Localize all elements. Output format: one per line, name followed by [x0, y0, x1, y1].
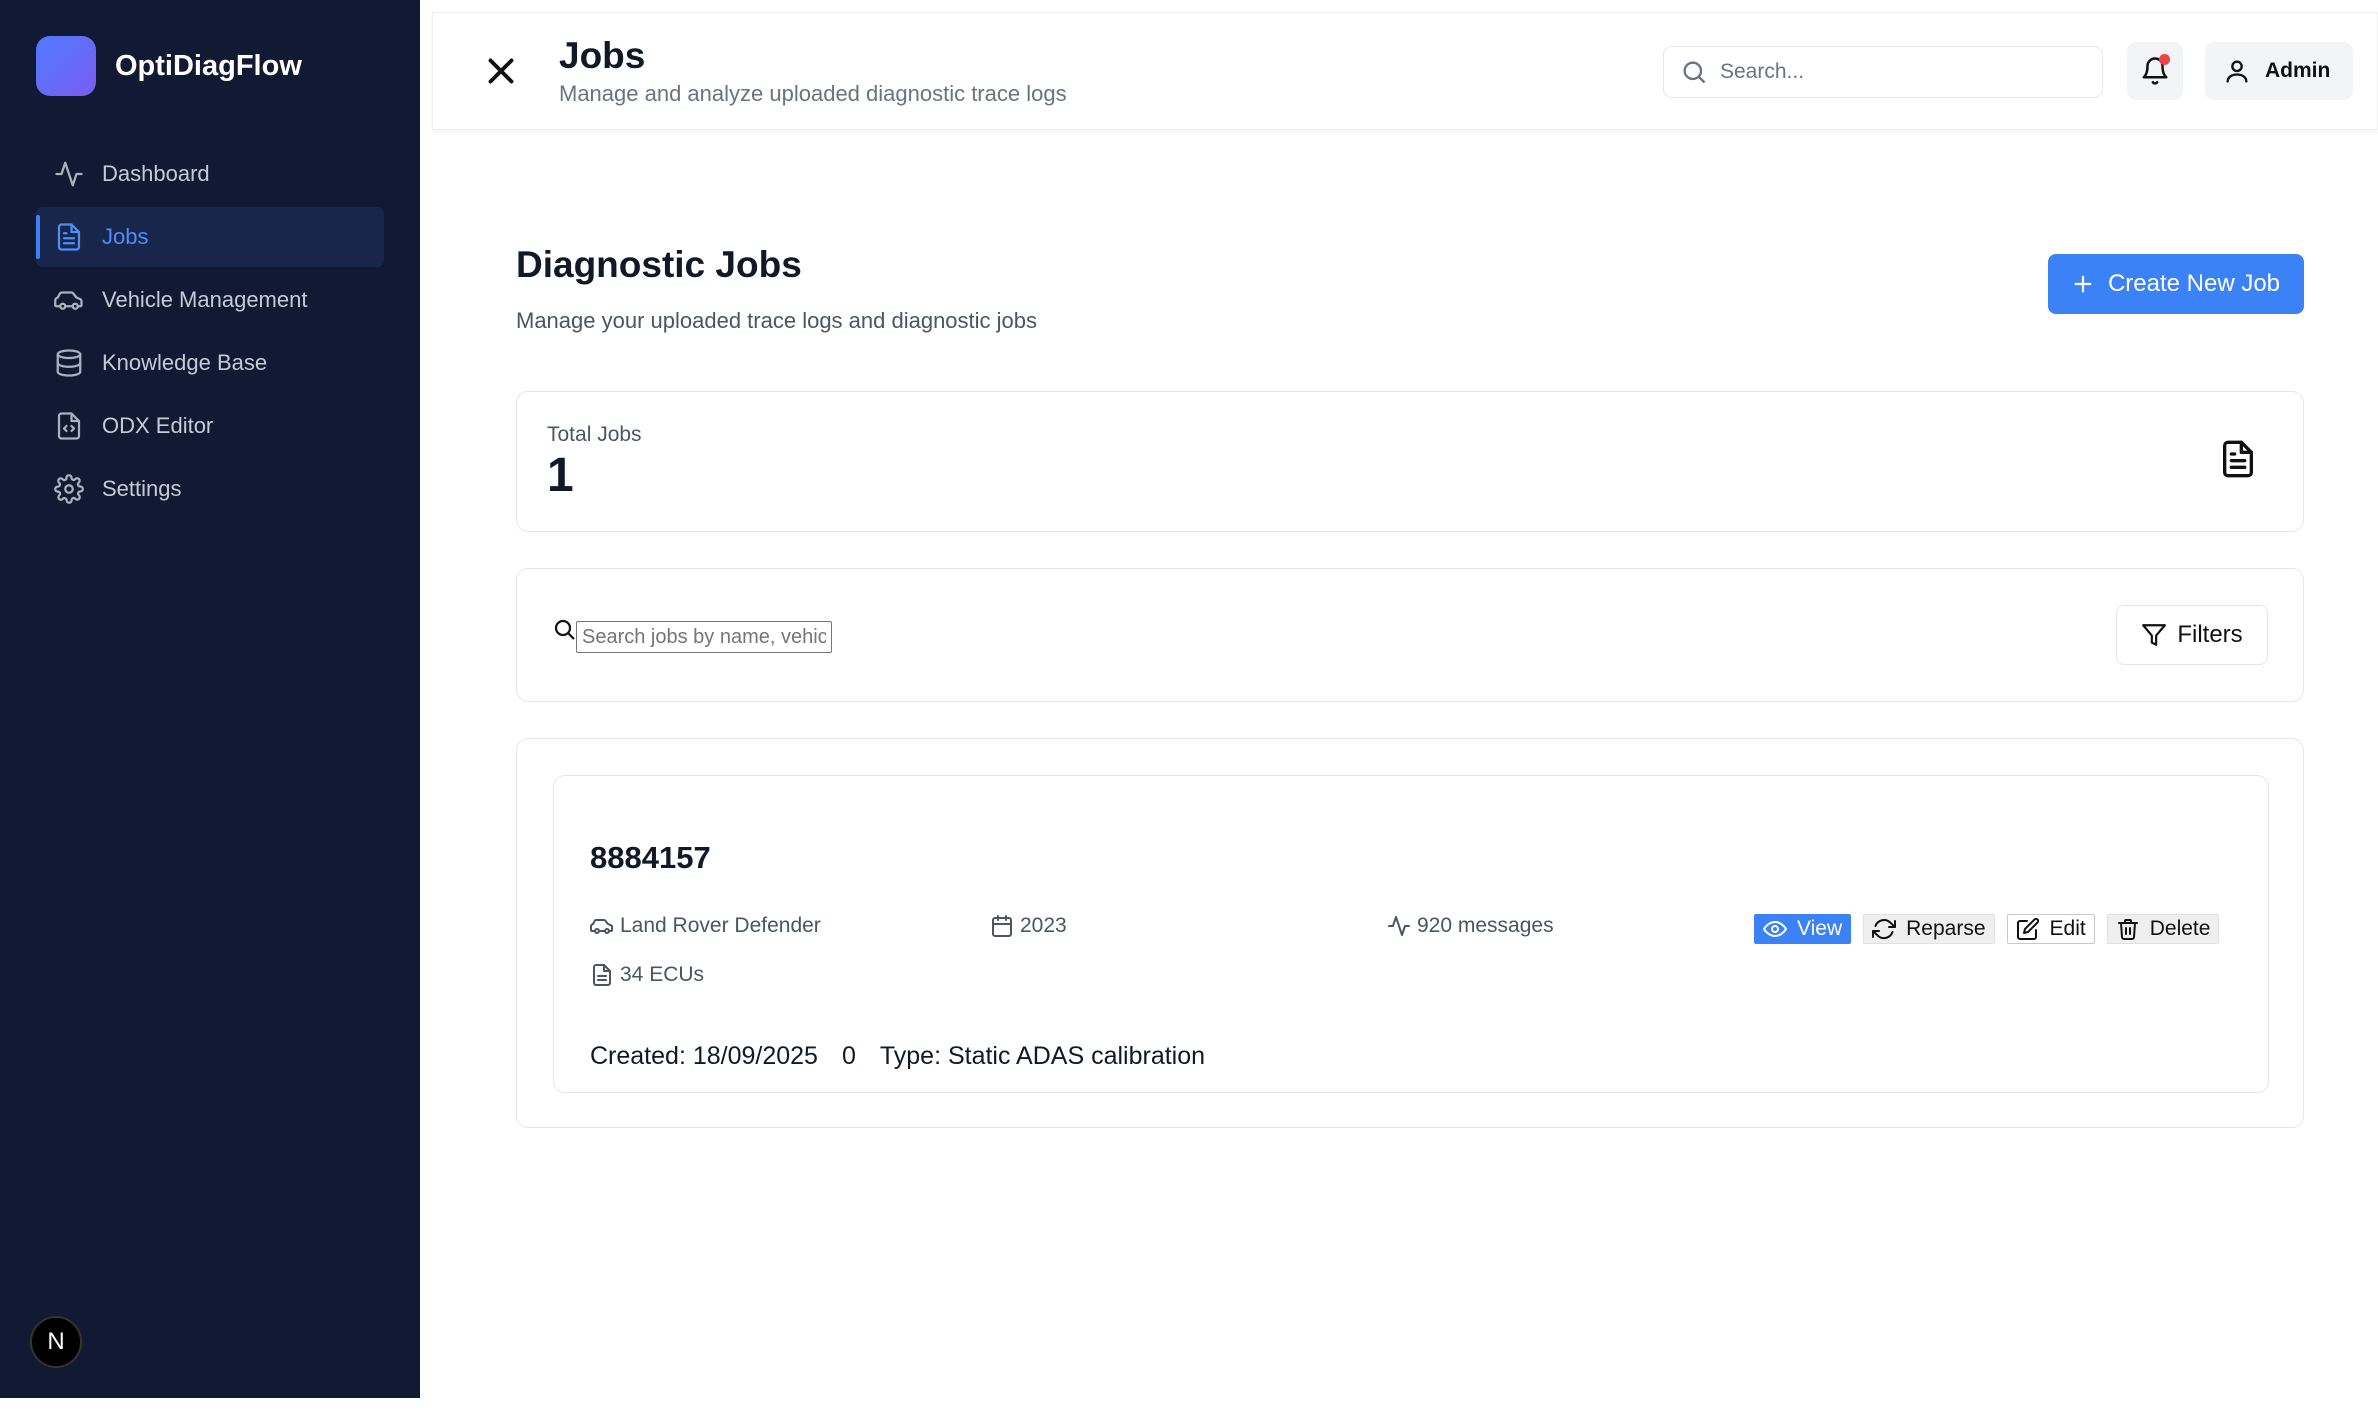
job-messages: 920 messages	[1387, 914, 1554, 938]
page-title: Diagnostic Jobs	[516, 244, 802, 285]
search-icon	[553, 618, 577, 642]
sidebar-nav: Dashboard Jobs Vehicle Management Knowle…	[36, 144, 384, 522]
sidebar-item-label: Jobs	[102, 224, 149, 249]
sidebar-item-settings[interactable]: Settings	[36, 459, 384, 519]
job-year-text: 2023	[1020, 914, 1067, 937]
total-jobs-card: Total Jobs 1	[516, 391, 2304, 532]
stats-value: 1	[547, 449, 574, 502]
view-button[interactable]: View	[1754, 914, 1852, 944]
notifications-button[interactable]	[2127, 42, 2183, 100]
header-subtitle: Manage and analyze uploaded diagnostic t…	[559, 81, 1067, 106]
sidebar-item-dashboard[interactable]: Dashboard	[36, 144, 384, 204]
job-ecus: 34 ECUs	[590, 963, 704, 987]
job-footer: Created: 18/09/2025 0 Type: Static ADAS …	[590, 1042, 1229, 1071]
search-icon	[1683, 61, 1706, 84]
trash-icon	[2117, 919, 2138, 940]
filters-button[interactable]: Filters	[2116, 605, 2268, 665]
sidebar: OptiDiagFlow Dashboard Jobs Vehicle Mana…	[0, 0, 420, 1398]
sidebar-item-label: ODX Editor	[102, 413, 214, 438]
job-card[interactable]: 8884157 Land Rover Defender 2023 920 mes…	[553, 775, 2269, 1093]
edit-button[interactable]: Edit	[2006, 914, 2095, 944]
car-icon	[590, 919, 613, 934]
activity-icon	[55, 161, 83, 187]
notification-dot	[2159, 54, 2170, 65]
database-icon	[56, 349, 82, 377]
file-text-icon	[57, 223, 81, 251]
gear-icon	[54, 474, 84, 504]
activity-icon	[1388, 916, 1410, 936]
reparse-button[interactable]: Reparse	[1863, 914, 1995, 944]
file-text-icon	[593, 964, 611, 986]
create-job-label: Create New Job	[2107, 270, 2281, 297]
dev-badge[interactable]: N	[30, 1316, 82, 1368]
job-type: Type: Static ADAS calibration	[879, 1042, 1206, 1070]
eye-icon	[1763, 921, 1787, 937]
job-vehicle-text: Land Rover Defender	[620, 914, 821, 937]
app-name: OptiDiagFlow	[115, 49, 302, 82]
file-code-icon	[57, 412, 81, 440]
user-icon	[2226, 60, 2248, 83]
reparse-label: Reparse	[1906, 917, 1986, 940]
job-actions: View Reparse Edit Delete	[1754, 914, 2231, 944]
delete-button[interactable]: Delete	[2106, 914, 2220, 944]
user-label: Admin	[2265, 59, 2331, 82]
page-subtitle: Manage your uploaded trace logs and diag…	[516, 308, 1038, 333]
job-id: 8884157	[590, 840, 711, 875]
sidebar-item-label: Vehicle Management	[102, 287, 308, 312]
sidebar-item-label: Dashboard	[102, 161, 210, 186]
edit-icon	[2016, 917, 2039, 940]
sidebar-item-vehicle-management[interactable]: Vehicle Management	[36, 270, 384, 330]
close-icon	[488, 58, 514, 84]
refresh-icon	[1872, 919, 1897, 940]
calendar-icon	[992, 915, 1012, 937]
edit-label: Edit	[2049, 917, 2086, 940]
sidebar-item-label: Knowledge Base	[102, 350, 268, 375]
job-vehicle: Land Rover Defender	[590, 914, 821, 938]
app-logo	[36, 36, 96, 96]
sidebar-item-odx-editor[interactable]: ODX Editor	[36, 396, 384, 456]
job-count: 0	[841, 1042, 856, 1070]
job-messages-text: 920 messages	[1417, 914, 1554, 937]
filter-icon	[2142, 624, 2167, 646]
stats-label: Total Jobs	[547, 423, 642, 446]
sidebar-item-knowledge-base[interactable]: Knowledge Base	[36, 333, 384, 393]
job-year: 2023	[990, 914, 1067, 938]
sidebar-item-label: Settings	[102, 476, 182, 501]
sidebar-item-jobs[interactable]: Jobs	[36, 207, 384, 267]
job-created: Created: 18/09/2025	[590, 1042, 818, 1070]
brand[interactable]: OptiDiagFlow	[36, 36, 302, 96]
plus-icon	[2074, 275, 2092, 293]
filters-label: Filters	[2177, 621, 2243, 648]
user-menu-button[interactable]: Admin	[2205, 42, 2353, 100]
job-ecus-text: 34 ECUs	[620, 963, 705, 986]
job-filter-bar: Filters	[516, 568, 2304, 702]
delete-label: Delete	[2149, 917, 2211, 940]
top-header: Jobs Manage and analyze uploaded diagnos…	[432, 12, 2378, 130]
car-icon	[54, 291, 83, 310]
header-title: Jobs	[559, 35, 646, 76]
job-search-input[interactable]	[576, 621, 832, 653]
view-label: View	[1797, 917, 1843, 940]
file-text-icon	[2218, 439, 2258, 479]
create-job-button[interactable]: Create New Job	[2048, 254, 2304, 314]
global-search	[1663, 46, 2103, 98]
job-list: 8884157 Land Rover Defender 2023 920 mes…	[516, 738, 2304, 1128]
close-button[interactable]	[483, 53, 519, 89]
global-search-input[interactable]	[1720, 60, 2080, 84]
